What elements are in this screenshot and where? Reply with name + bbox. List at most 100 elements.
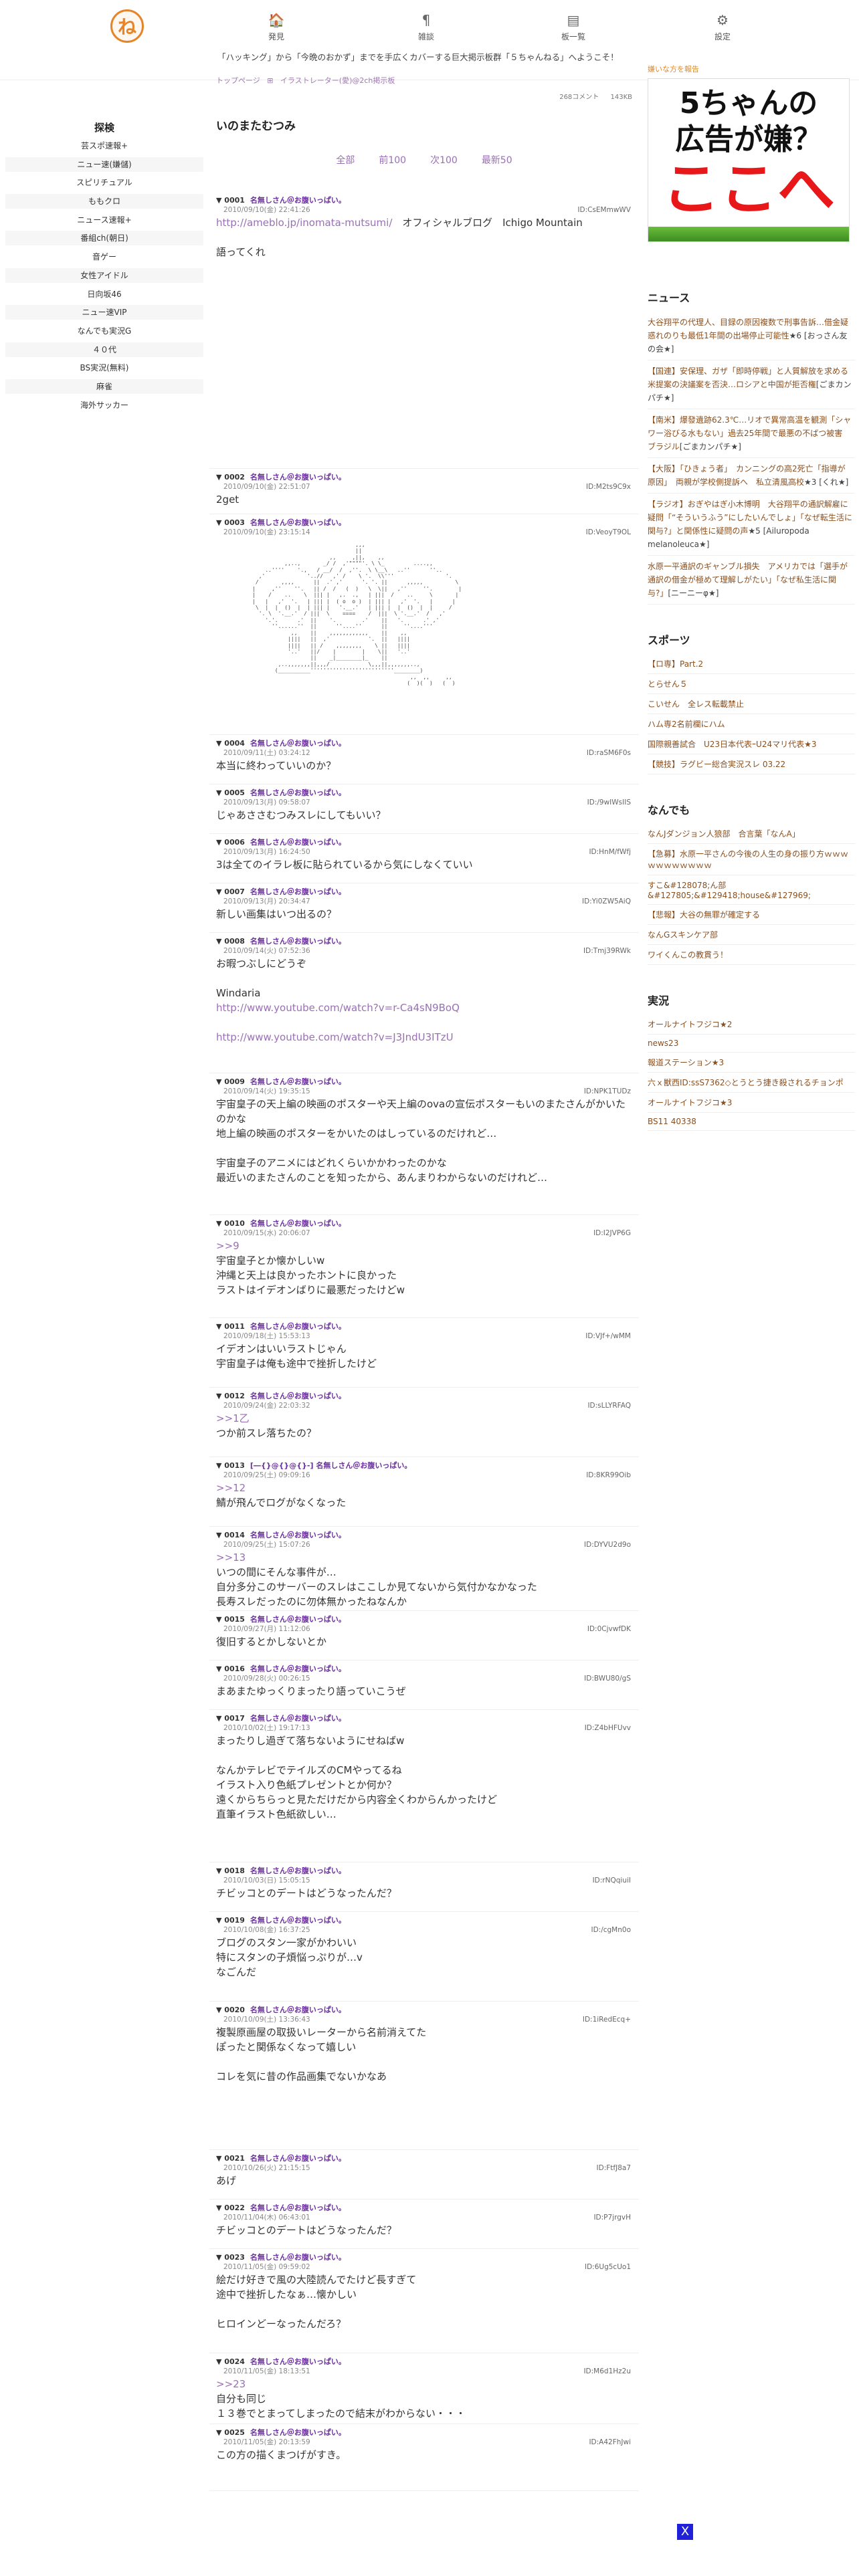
jikkyo-item[interactable]: 六ｘ獣西ID:ssS7362◇とうとう捷き殺されるチョンポ: [648, 1073, 855, 1093]
poster-id[interactable]: ID:8KR99Oib: [586, 1471, 631, 1479]
board-link[interactable]: 日向坂46: [5, 286, 203, 302]
post-number[interactable]: ▼ 0001: [216, 196, 245, 205]
nandemo-item[interactable]: なんJダンジョン人狼部 合言葉「なんA」: [648, 824, 855, 844]
post-number[interactable]: ▼ 0013: [216, 1461, 245, 1470]
board-link[interactable]: ももクロ: [5, 194, 203, 209]
poster-id[interactable]: ID:Tmj39RWk: [583, 947, 631, 955]
post-number[interactable]: ▼ 0020: [216, 2006, 245, 2014]
poster-id[interactable]: ID:Z4bHFUvv: [585, 1724, 631, 1732]
post-link[interactable]: http://www.youtube.com/watch?v=r-Ca4sN9B…: [216, 1002, 460, 1014]
board-link[interactable]: ニュー速(嫌儲): [5, 156, 203, 172]
jikkyo-item[interactable]: オールナイトフジコ★3: [648, 1093, 855, 1113]
board-link[interactable]: ニュー速VIP: [5, 305, 203, 320]
post-number[interactable]: ▼ 0006: [216, 838, 245, 847]
reply-anchor[interactable]: >>12: [216, 1481, 632, 1495]
jikkyo-item[interactable]: BS11 40338: [648, 1113, 855, 1131]
board-link[interactable]: 芸スポ速報+: [5, 138, 203, 153]
post-number[interactable]: ▼ 0024: [216, 2357, 245, 2366]
post-number[interactable]: ▼ 0004: [216, 739, 245, 748]
post-number[interactable]: ▼ 0005: [216, 788, 245, 797]
post-number[interactable]: ▼ 0019: [216, 1916, 245, 1925]
poster-id[interactable]: ID:sLLYRFAQ: [587, 1402, 631, 1410]
news-item[interactable]: 大谷翔平の代理人、目録の原因複数で刑事告訴…借金疑惑れのりも最低1年間の出場停止…: [648, 312, 855, 360]
sports-item[interactable]: 【競技】ラグビー総合実況スレ 03.22: [648, 754, 855, 774]
post-number[interactable]: ▼ 0016: [216, 1665, 245, 1673]
poster-id[interactable]: ID:M6d1Hz2u: [583, 2367, 631, 2375]
poster-id[interactable]: ID:CsEMmwWV: [577, 206, 631, 214]
poster-id[interactable]: ID:/9wIWsIIS: [587, 798, 631, 807]
board-link[interactable]: ニュース速報+: [5, 212, 203, 227]
poster-id[interactable]: ID:BWU80/gS: [584, 1675, 631, 1683]
jikkyo-item[interactable]: 報道ステーション★3: [648, 1053, 855, 1073]
sports-item[interactable]: 【ロ専】Part.2: [648, 654, 855, 674]
pager-all[interactable]: 全部: [336, 153, 355, 167]
news-item[interactable]: 【ラジオ】おぎやはぎ小木博明 大谷翔平の通訳解雇に疑問「“そういうふう”にしたい…: [648, 494, 855, 556]
post-number[interactable]: ▼ 0025: [216, 2428, 245, 2437]
poster-id[interactable]: ID:1iRedEcq+: [583, 2016, 631, 2024]
post-number[interactable]: ▼ 0023: [216, 2253, 245, 2262]
post-number[interactable]: ▼ 0018: [216, 1866, 245, 1875]
board-link[interactable]: BS実況(無料): [5, 360, 203, 376]
poster-id[interactable]: ID:/cgMn0o: [591, 1926, 631, 1934]
sports-item[interactable]: こいせん 全レス転載禁止: [648, 694, 855, 714]
sports-item[interactable]: ハム専2名前欄にハム: [648, 714, 855, 734]
poster-id[interactable]: ID:rNQqiuiI: [593, 1876, 631, 1885]
poster-id[interactable]: ID:NPK1TUDz: [584, 1087, 631, 1095]
post-number[interactable]: ▼ 0021: [216, 2154, 245, 2163]
poster-id[interactable]: ID:6Ug5cUo1: [585, 2263, 631, 2271]
nandemo-item[interactable]: 【急募】水原一平さんの今後の人生の身の振り方ｗｗｗｗｗｗｗｗｗｗｗ: [648, 844, 855, 875]
poster-id[interactable]: ID:raSM6F0s: [587, 749, 631, 757]
breadcrumb-top[interactable]: トップページ: [216, 76, 260, 85]
board-link[interactable]: 女性アイドル: [5, 267, 203, 283]
post-link[interactable]: http://ameblo.jp/inomata-mutsumi/: [216, 217, 392, 229]
reply-anchor[interactable]: >>23: [216, 2377, 632, 2391]
board-link[interactable]: 番組ch(朝日): [5, 231, 203, 246]
post-number[interactable]: ▼ 0011: [216, 1322, 245, 1331]
poster-id[interactable]: ID:P7jrgvH: [593, 2214, 631, 2222]
pager-next[interactable]: 次100: [430, 153, 458, 167]
board-link[interactable]: スピリチュアル: [5, 175, 203, 191]
reply-anchor[interactable]: >>9: [216, 1239, 632, 1253]
reply-anchor[interactable]: >>1乙: [216, 1411, 632, 1426]
nandemo-item[interactable]: すこ&#128078;ん部&#127805;&#129418;house&#12…: [648, 875, 855, 905]
nandemo-item[interactable]: ワイくんこの教貫う！: [648, 945, 855, 965]
board-link[interactable]: 音ゲー: [5, 249, 203, 265]
news-item[interactable]: 水原一平通訳のギャンブル損失 アメリカでは「選手が通訳の借金が極めて理解しがたい…: [648, 556, 855, 605]
post-number[interactable]: ▼ 0015: [216, 1615, 245, 1624]
post-number[interactable]: ▼ 0007: [216, 887, 245, 896]
poster-id[interactable]: ID:Yi0ZW5AiQ: [582, 897, 631, 905]
sports-item[interactable]: 国際親善試合 U23日本代表ｰU24マリ代表★3: [648, 734, 855, 754]
poster-id[interactable]: ID:DYVU2d9o: [584, 1541, 631, 1549]
post-number[interactable]: ▼ 0009: [216, 1077, 245, 1086]
pager-prev[interactable]: 前100: [379, 153, 406, 167]
ad-banner[interactable]: 5ちゃんの 広告が嫌？ ここへ: [648, 78, 850, 242]
close-ad-button[interactable]: X: [677, 2524, 693, 2540]
post-number[interactable]: ▼ 0008: [216, 937, 245, 946]
board-link[interactable]: なんでも実況G: [5, 323, 203, 338]
nav-board-list[interactable]: ▤ 板一覧: [540, 12, 607, 42]
poster-id[interactable]: ID:VeoyT9OL: [586, 528, 631, 536]
poster-id[interactable]: ID:A42FhJwi: [589, 2438, 631, 2446]
nav-settings[interactable]: ⚙ 設定: [689, 12, 756, 42]
post-link[interactable]: http://www.youtube.com/watch?v=J3JndU3IT…: [216, 1031, 454, 1043]
poster-id[interactable]: ID:0CjvwfDK: [587, 1625, 631, 1633]
post-number[interactable]: ▼ 0012: [216, 1392, 245, 1400]
news-item[interactable]: 【大阪】「ひきょう者」 カンニングの高2死亡「指導が原因」 両親が学校側提訴へ …: [648, 458, 855, 494]
nav-discover[interactable]: 🏠 発見: [243, 12, 310, 42]
nandemo-item[interactable]: なんGスキンケア部: [648, 925, 855, 945]
poster-id[interactable]: ID:HnM/fWfj: [589, 848, 631, 856]
site-logo[interactable]: ね: [110, 9, 144, 43]
post-number[interactable]: ▼ 0017: [216, 1714, 245, 1723]
post-number[interactable]: ▼ 0003: [216, 518, 245, 527]
poster-id[interactable]: ID:I2JVP6G: [593, 1229, 631, 1237]
news-item[interactable]: 【国連】安保理、ガザ「即時停戦」と人質解放を求める米提案の決議案を否決…ロシアと…: [648, 360, 855, 409]
poster-id[interactable]: ID:M2ts9C9x: [586, 483, 631, 491]
post-number[interactable]: ▼ 0014: [216, 1531, 245, 1539]
ad-report-link[interactable]: 嫌いな方を報告: [648, 64, 855, 74]
poster-id[interactable]: ID:FtfJ8a7: [597, 2164, 631, 2172]
post-number[interactable]: ▼ 0010: [216, 1219, 245, 1228]
post-number[interactable]: ▼ 0002: [216, 473, 245, 481]
news-item[interactable]: 【南米】爆發遺跡62.3℃…リオで異常高温を観測「シャワー浴びる水もない」過去2…: [648, 409, 855, 458]
board-link[interactable]: ４０代: [5, 342, 203, 357]
post-number[interactable]: ▼ 0022: [216, 2204, 245, 2212]
